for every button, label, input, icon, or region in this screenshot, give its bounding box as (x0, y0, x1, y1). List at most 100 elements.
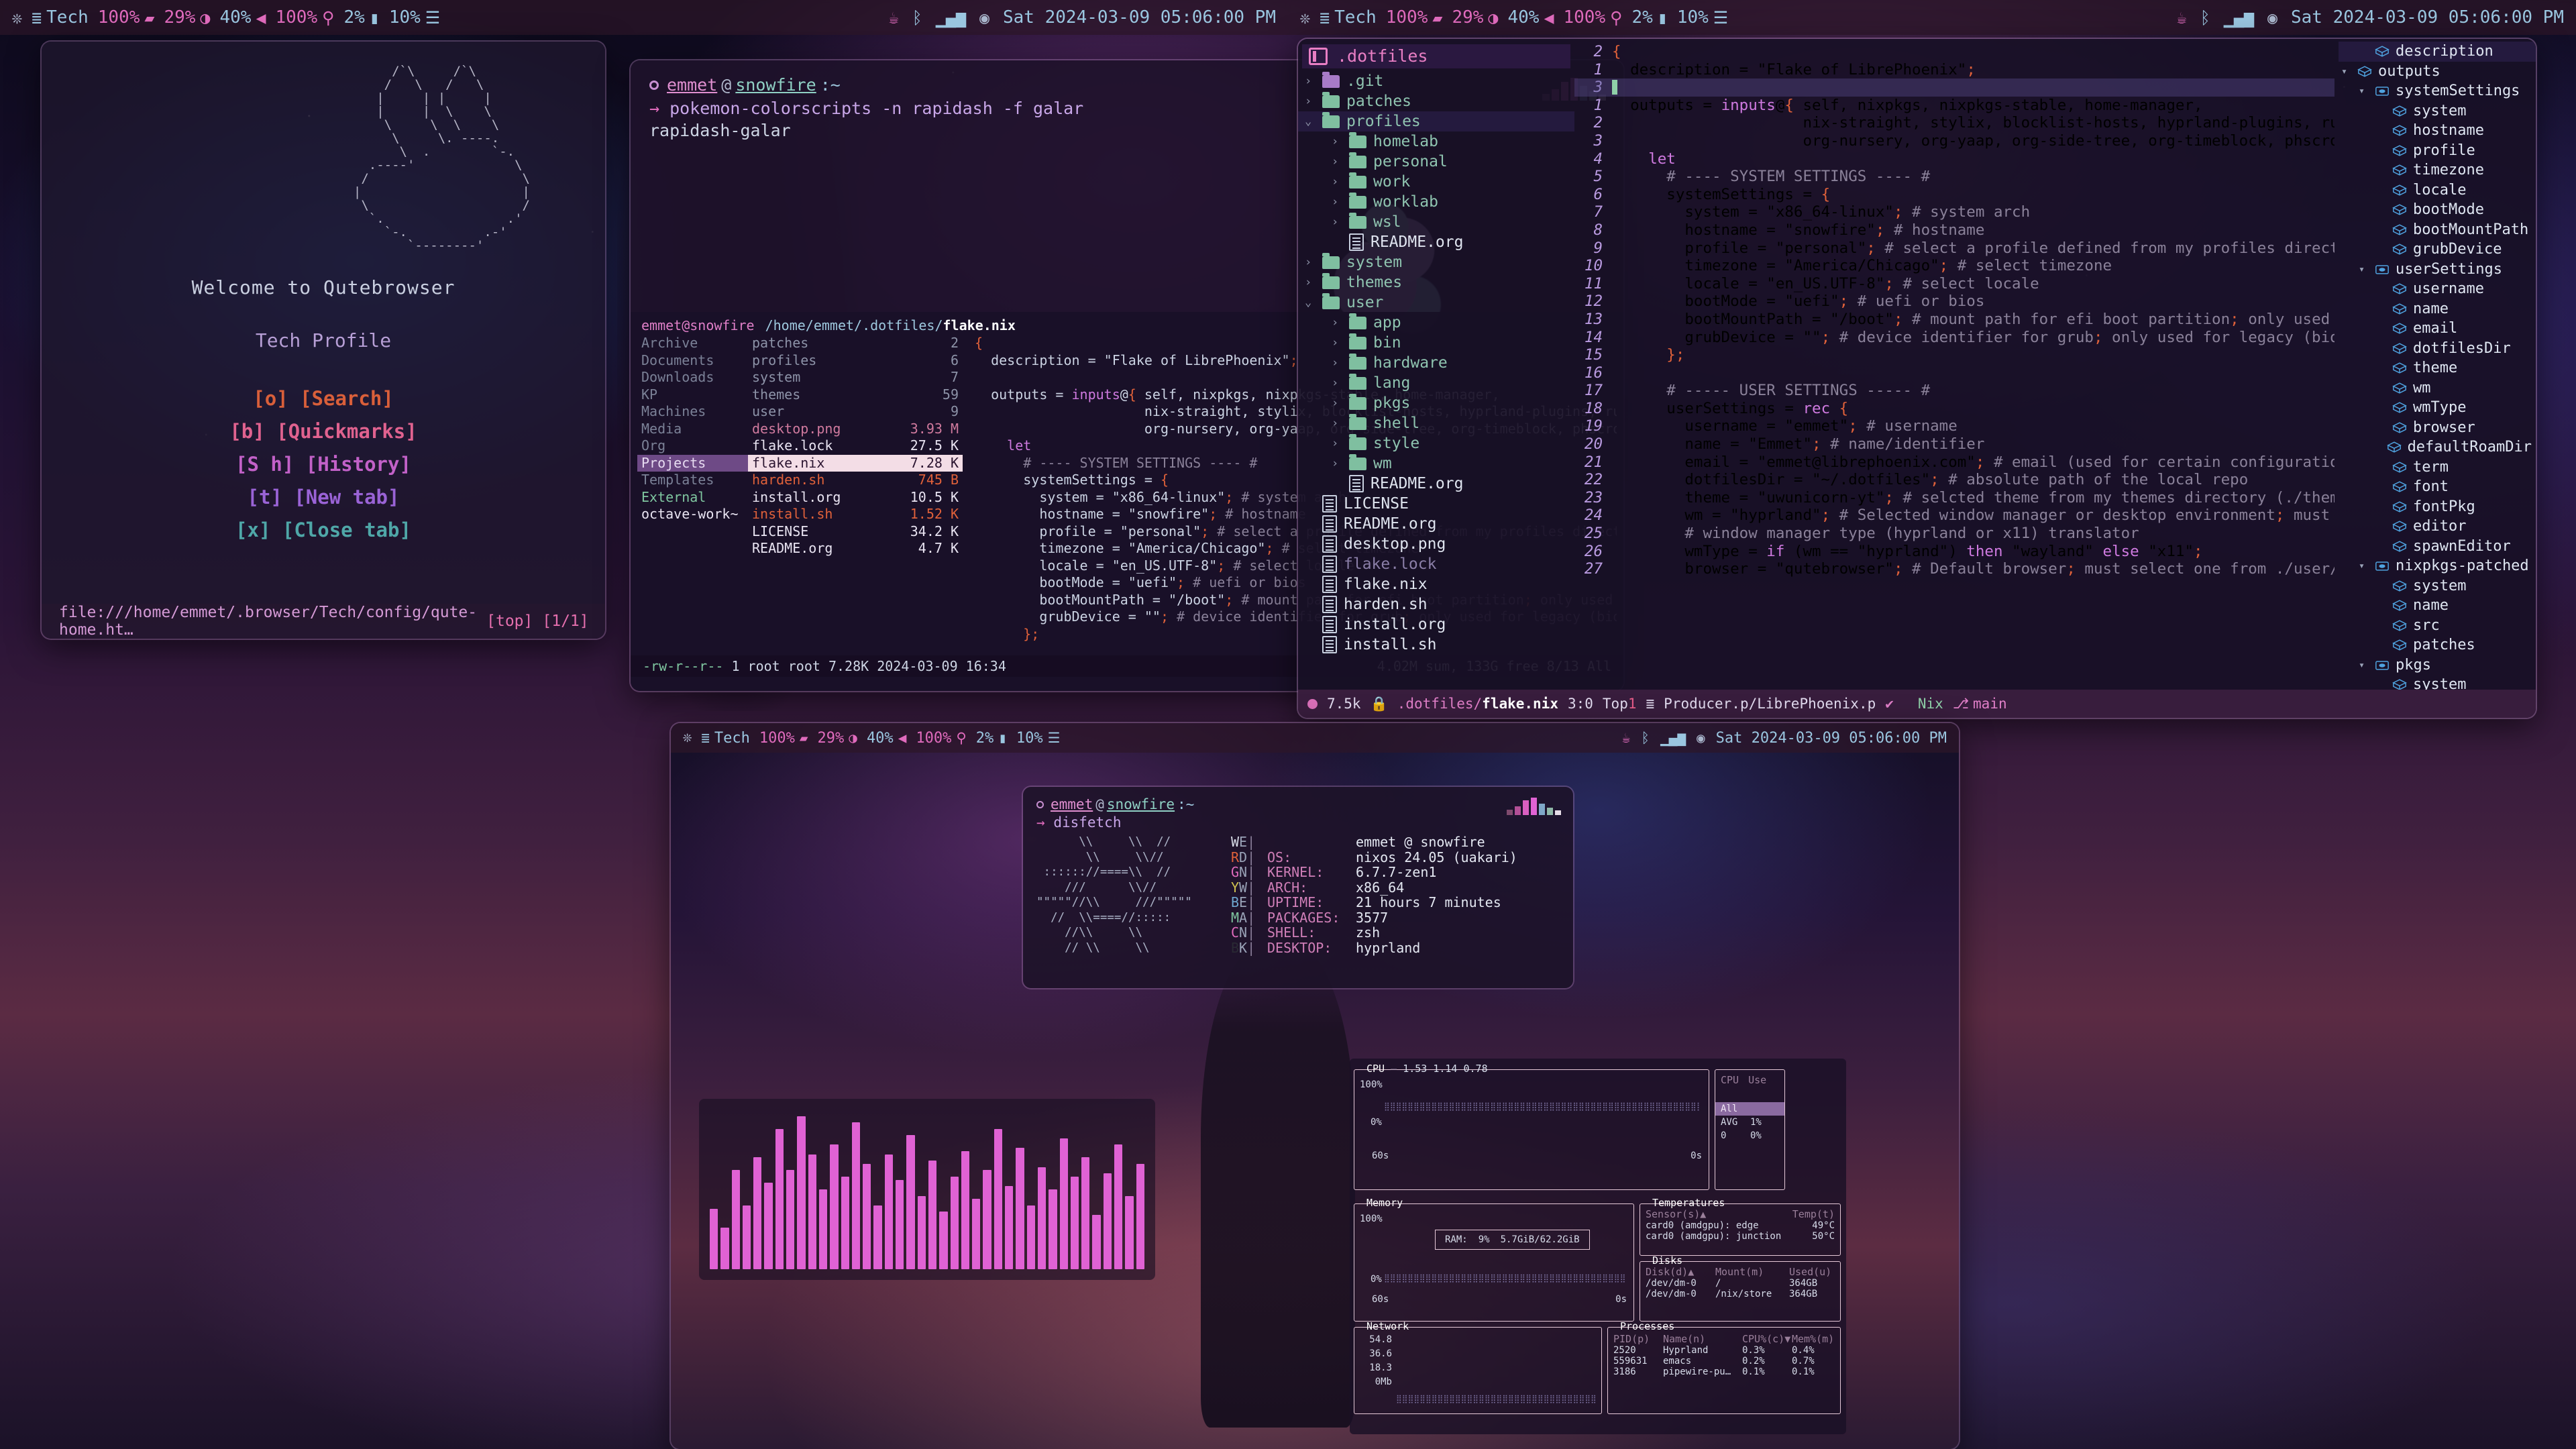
treemacs-node[interactable]: README.org (1298, 514, 1574, 534)
outline-node[interactable]: name (2339, 596, 2536, 616)
qutebrowser-shortcut[interactable]: [S h] [History] (192, 449, 455, 480)
chevron-icon[interactable]: › (1332, 333, 1342, 353)
btop-cpu-side-rows[interactable]: All AVG 1% 0 0% (1715, 1090, 1784, 1142)
treemacs-node[interactable]: › themes (1298, 272, 1574, 292)
memory-module-3[interactable]: 10% ☰ (1016, 730, 1061, 747)
ranger-file-row[interactable]: patches 2 (748, 335, 963, 352)
emacs-code-buffer[interactable]: 2{1 description = "Flake of LibrePhoenix… (1574, 39, 2334, 690)
ranger-file-row[interactable]: README.org 4.7 K (748, 540, 963, 557)
btop-process-row[interactable]: 559631 emacs 0.2% 0.7% (1613, 1356, 1835, 1366)
volume-module-3[interactable]: 40% ◀ (867, 730, 906, 747)
nix-snowflake-icon-2[interactable]: ❊ (1300, 9, 1310, 26)
qutebrowser-shortcut[interactable]: [x] [Close tab] (192, 515, 455, 546)
chevron-icon[interactable]: › (1332, 192, 1342, 212)
workspace-indicator-3[interactable]: ≣ Tech (701, 730, 750, 747)
ranger-parent-item[interactable]: Projects (637, 454, 748, 472)
ranger-file-row[interactable]: harden.sh 745 B (748, 472, 963, 489)
treemacs-node[interactable]: › work (1298, 172, 1574, 192)
chevron-icon[interactable]: › (1305, 272, 1316, 292)
clock-left[interactable]: Sat 2024-03-09 05:06:00 PM (1003, 7, 1276, 28)
qutebrowser-shortcut[interactable]: [o] [Search] (192, 383, 455, 415)
btop-cpu-box[interactable]: CPU — 1.53 1.14 0.78 100% 0% ⣿⣿⣿⣿⣿⣿⣿⣿⣿⣿⣿… (1354, 1063, 1709, 1190)
btop-disks-box[interactable]: Disks Disk(d)▲ Mount(m) Used(u) /dev/dm-… (1640, 1254, 1841, 1322)
brightness-module[interactable]: 29% ◑ (164, 7, 210, 28)
outline-node[interactable]: browser (2339, 418, 2536, 438)
treemacs-node[interactable]: › lang (1298, 373, 1574, 393)
outline-node[interactable]: editor (2339, 517, 2536, 537)
btop-temperatures-box[interactable]: Temperatures Sensor(s)▲ Temp(t) card0 (a… (1640, 1197, 1841, 1256)
microphone-module-2[interactable]: 100% ⚲ (1564, 7, 1623, 28)
treemacs-node[interactable]: › hardware (1298, 353, 1574, 373)
ranger-parent-item[interactable]: Documents (637, 352, 748, 370)
disc-icon-3[interactable]: ◉ (1697, 731, 1705, 745)
outline-node[interactable]: email (2339, 319, 2536, 339)
bottom-monitor-window[interactable]: ❊ ≣ Tech 100% ▰ 29% ◑ 40% ◀ 100% ⚲ 2% ▮ … (671, 723, 1959, 1449)
chevron-icon[interactable]: › (1305, 252, 1316, 272)
chevron-icon[interactable]: ⌄ (1305, 111, 1316, 131)
btop-process-row[interactable]: 2520 Hyprland 0.3% 0.4% (1613, 1345, 1835, 1356)
outline-node[interactable]: system (2339, 576, 2536, 596)
btop-process-row[interactable]: 3186 pipewire-pu… 0.1% 0.1% (1613, 1366, 1835, 1377)
battery-module-2[interactable]: 100% ▰ (1386, 7, 1443, 28)
outline-node[interactable]: src (2339, 616, 2536, 636)
ranger-file-row[interactable]: flake.nix 7.28 K (748, 454, 963, 472)
outline-node[interactable]: ▾ systemSettings (2339, 81, 2536, 101)
treemacs-node[interactable]: desktop.png (1298, 534, 1574, 554)
workspace-indicator[interactable]: ≣ Tech (32, 7, 89, 28)
ranger-file-row[interactable]: profiles 6 (748, 352, 963, 370)
emacs-treemacs-sidebar[interactable]: .dotfiles › .git › patches ⌄ profiles › homelab… (1298, 39, 1574, 690)
treemacs-node[interactable]: install.org (1298, 614, 1574, 635)
outline-node[interactable]: system (2339, 101, 2536, 121)
modeline-git-branch[interactable]: main (1973, 696, 2007, 712)
ranger-current-column[interactable]: patches 2 profiles 6 system 7 themes 59 user 9 des… (748, 335, 963, 655)
cpu-module-2[interactable]: 2% ▮ (1631, 7, 1667, 28)
bluetooth-icon-2[interactable]: ᛒ (2200, 9, 2210, 26)
treemacs-node[interactable]: › wsl (1298, 212, 1574, 232)
outline-node[interactable]: timezone (2339, 160, 2536, 180)
coffee-disabled-icon-3[interactable]: ☕ (1622, 731, 1631, 745)
disc-icon-2[interactable]: ◉ (2267, 9, 2277, 26)
ranger-parent-item[interactable]: External (637, 489, 748, 506)
disc-icon[interactable]: ◉ (979, 9, 989, 26)
ranger-parent-column[interactable]: Archive Documents Downloads KP Machines Media… (637, 335, 748, 655)
treemacs-node[interactable]: › app (1298, 313, 1574, 333)
outline-node[interactable]: font (2339, 477, 2536, 497)
treemacs-node[interactable]: › pkgs (1298, 393, 1574, 413)
outline-chevron-icon[interactable]: ▾ (2359, 260, 2369, 280)
ranger-parent-item[interactable]: Downloads (637, 369, 748, 386)
brightness-module-3[interactable]: 29% ◑ (818, 730, 857, 747)
ranger-parent-item[interactable]: Templates (637, 472, 748, 489)
btop-system-monitor[interactable]: CPU — 1.53 1.14 0.78 100% 0% ⣿⣿⣿⣿⣿⣿⣿⣿⣿⣿⣿… (1350, 1059, 1846, 1434)
clock-right[interactable]: Sat 2024-03-09 05:06:00 PM (2291, 7, 2564, 28)
btop-cpu-core-row[interactable]: AVG 1% (1715, 1116, 1784, 1129)
treemacs-node[interactable]: › worklab (1298, 192, 1574, 212)
waybar-left[interactable]: ❊ ≣ Tech 100% ▰ 29% ◑ 40% ◀ 100% ⚲ 2% ▮ … (0, 0, 1288, 35)
treemacs-tree[interactable]: › .git › patches ⌄ profiles › homelab › personal ›… (1298, 71, 1574, 655)
outline-node[interactable]: ▾ userSettings (2339, 260, 2536, 280)
outline-node[interactable]: system (2339, 675, 2536, 690)
outline-chevron-icon[interactable]: ▾ (2359, 655, 2369, 676)
treemacs-node[interactable]: › shell (1298, 413, 1574, 433)
outline-node[interactable]: username (2339, 279, 2536, 299)
chevron-icon[interactable]: › (1332, 212, 1342, 232)
treemacs-node[interactable]: README.org (1298, 474, 1574, 494)
treemacs-project-header[interactable]: .dotfiles (1302, 44, 1570, 68)
chevron-icon[interactable]: › (1332, 152, 1342, 172)
ranger-file-row[interactable]: install.sh 1.52 K (748, 506, 963, 523)
network-signal-icon-3[interactable]: ▁▄▆ (1660, 731, 1686, 745)
btop-processes-box[interactable]: Processes PID(p) Name(n) CPU%(c)▼ Mem%(m… (1607, 1320, 1841, 1414)
treemacs-node[interactable]: flake.lock (1298, 554, 1574, 574)
treemacs-node[interactable]: › personal (1298, 152, 1574, 172)
btop-process-rows[interactable]: 2520 Hyprland 0.3% 0.4% 559631 emacs 0.2% 0.7% 3… (1608, 1345, 1840, 1377)
ranger-parent-item[interactable]: Archive (637, 335, 748, 352)
chevron-icon[interactable]: › (1332, 393, 1342, 413)
microphone-module-3[interactable]: 100% ⚲ (916, 730, 966, 747)
coffee-disabled-icon-2[interactable]: ☕ (2177, 9, 2187, 26)
treemacs-node[interactable]: › .git (1298, 71, 1574, 91)
ranger-file-row[interactable]: themes 59 (748, 386, 963, 404)
treemacs-node[interactable]: install.sh (1298, 635, 1574, 655)
qutebrowser-shortcut[interactable]: [t] [New tab] (192, 482, 455, 513)
outline-node[interactable]: wmType (2339, 398, 2536, 418)
volume-module-2[interactable]: 40% ◀ (1507, 7, 1554, 28)
chevron-icon[interactable]: › (1332, 353, 1342, 373)
